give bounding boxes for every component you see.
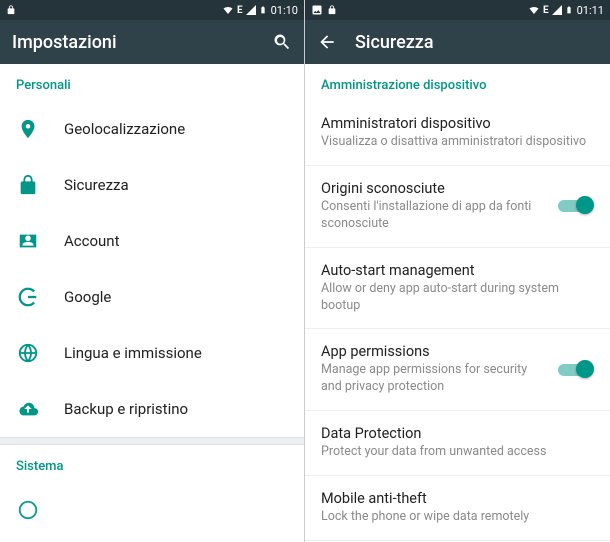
backup-icon	[16, 397, 40, 421]
item-desc: Protect your data from unwanted access	[321, 444, 594, 461]
search-icon[interactable]	[272, 32, 292, 52]
section-divider	[0, 437, 304, 445]
settings-item-language[interactable]: Lingua e immissione	[0, 325, 304, 381]
signal-icon	[551, 4, 563, 16]
item-desc: Lock the phone or wipe data remotely	[321, 509, 594, 526]
item-desc: Manage app permissions for security and …	[321, 362, 546, 396]
clock: 01:11	[577, 4, 604, 17]
settings-list: Personali Geolocalizzazione Sicurezza Ac…	[0, 64, 304, 542]
security-screen: E 01:11 Sicurezza Amministrazione dispos…	[305, 0, 610, 542]
item-title: Origini sconosciute	[321, 180, 546, 197]
settings-item-label: Sicurezza	[64, 176, 129, 194]
settings-item-label: Backup e ripristino	[64, 400, 188, 418]
security-item-app-permissions[interactable]: App permissions Manage app permissions f…	[305, 329, 610, 411]
settings-item-backup[interactable]: Backup e ripristino	[0, 381, 304, 437]
app-bar: Sicurezza	[305, 20, 610, 64]
item-title: Auto-start management	[321, 262, 594, 279]
account-icon	[16, 229, 40, 253]
item-desc: Visualizza o disattiva amministratori di…	[321, 134, 594, 151]
lock-icon	[6, 4, 16, 16]
security-item-data-protection[interactable]: Data Protection Protect your data from u…	[305, 411, 610, 476]
battery-icon	[565, 4, 573, 16]
settings-item-account[interactable]: Account	[0, 213, 304, 269]
settings-item-label: Lingua e immissione	[64, 344, 202, 362]
item-desc: Consenti l'installazione di app da fonti…	[321, 199, 546, 233]
wifi-icon	[527, 4, 541, 16]
page-title: Impostazioni	[12, 32, 254, 53]
item-desc: Allow or deny app auto-start during syst…	[321, 281, 594, 315]
toggle-unknown-sources[interactable]	[558, 196, 594, 216]
section-device-admin: Amministrazione dispositivo	[305, 64, 610, 101]
settings-item-label: Account	[64, 232, 120, 250]
settings-item-label: Google	[64, 288, 111, 306]
security-item-unknown-sources[interactable]: Origini sconosciute Consenti l'installaz…	[305, 166, 610, 248]
page-title: Sicurezza	[355, 32, 598, 53]
section-personal: Personali	[0, 64, 304, 101]
lock-icon	[327, 4, 337, 16]
settings-item-placeholder[interactable]	[0, 482, 304, 538]
security-list: Amministrazione dispositivo Amministrato…	[305, 64, 610, 542]
toggle-app-permissions[interactable]	[558, 360, 594, 380]
item-title: Mobile anti-theft	[321, 490, 594, 507]
back-icon[interactable]	[317, 32, 337, 52]
clock-icon	[16, 498, 40, 522]
signal-icon	[245, 4, 257, 16]
section-system: Sistema	[0, 445, 304, 482]
security-item-anti-theft[interactable]: Mobile anti-theft Lock the phone or wipe…	[305, 476, 610, 541]
item-title: App permissions	[321, 343, 546, 360]
location-icon	[16, 117, 40, 141]
network-type: E	[543, 5, 549, 16]
item-title: Amministratori dispositivo	[321, 115, 594, 132]
status-bar: E 01:11	[305, 0, 610, 20]
status-bar: E 01:10	[0, 0, 304, 20]
network-type: E	[237, 5, 243, 16]
security-item-device-admins[interactable]: Amministratori dispositivo Visualizza o …	[305, 101, 610, 166]
settings-item-security[interactable]: Sicurezza	[0, 157, 304, 213]
security-item-autostart[interactable]: Auto-start management Allow or deny app …	[305, 248, 610, 330]
clock: 01:10	[271, 4, 298, 17]
globe-icon	[16, 341, 40, 365]
battery-icon	[259, 4, 267, 16]
settings-item-label: Geolocalizzazione	[64, 120, 185, 138]
settings-item-google[interactable]: Google	[0, 269, 304, 325]
item-title: Data Protection	[321, 425, 594, 442]
google-icon	[16, 285, 40, 309]
wifi-icon	[221, 4, 235, 16]
lock-icon	[16, 173, 40, 197]
image-icon	[311, 4, 323, 16]
settings-item-location[interactable]: Geolocalizzazione	[0, 101, 304, 157]
app-bar: Impostazioni	[0, 20, 304, 64]
settings-screen: E 01:10 Impostazioni Personali	[0, 0, 305, 542]
